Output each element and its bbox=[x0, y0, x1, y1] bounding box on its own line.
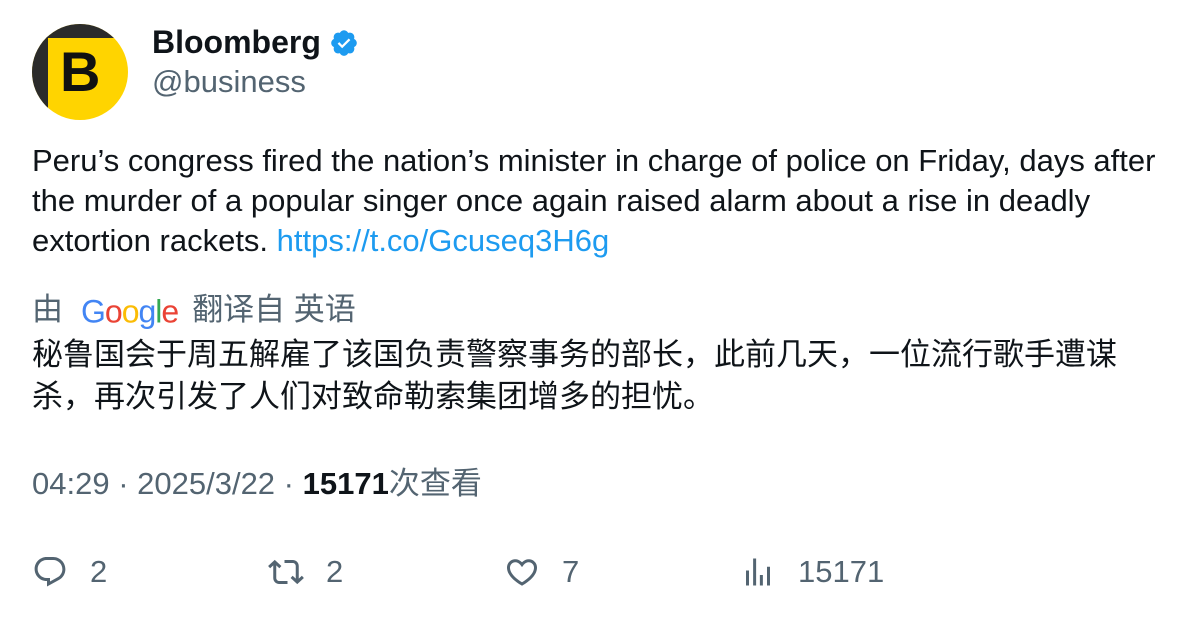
tweet-meta: 04:29 · 2025/3/22 · 15171次查看 bbox=[32, 464, 482, 504]
view-count-label: 次查看 bbox=[388, 466, 482, 501]
translated-from-label: 翻译自 英语 bbox=[192, 291, 356, 327]
google-logo-letter: o bbox=[121, 293, 140, 330]
verified-badge-icon bbox=[331, 30, 357, 56]
views-count: 15171 bbox=[798, 554, 885, 589]
analytics-icon bbox=[746, 558, 770, 586]
reply-icon bbox=[34, 557, 66, 587]
translate-by-label: 由 bbox=[32, 291, 63, 327]
author-handle[interactable]: @business bbox=[152, 62, 306, 102]
translated-text: 秘鲁国会于周五解雇了该国负责警察事务的部长，此前几天，一位流行歌手遭谋杀，再次引… bbox=[32, 337, 1117, 414]
avatar-shade bbox=[32, 24, 48, 120]
reply-button[interactable]: 2 bbox=[32, 552, 107, 592]
translation-attribution: 由 Google 翻译自 英语 bbox=[32, 288, 356, 329]
avatar-letter: B bbox=[60, 40, 101, 103]
like-count: 7 bbox=[562, 554, 580, 589]
tweet-time[interactable]: 04:29 bbox=[32, 466, 110, 501]
avatar[interactable]: B bbox=[32, 24, 128, 120]
heart-icon bbox=[506, 559, 538, 586]
google-logo-letter: G bbox=[81, 293, 106, 330]
meta-separator: · bbox=[275, 466, 303, 501]
retweet-button[interactable]: 2 bbox=[268, 552, 343, 592]
reply-count: 2 bbox=[90, 554, 108, 589]
google-logo: Google bbox=[81, 289, 179, 332]
tweet-date[interactable]: 2025/3/22 bbox=[137, 466, 275, 501]
retweet-count: 2 bbox=[326, 554, 344, 589]
retweet-icon bbox=[268, 559, 304, 585]
avatar-shade-top bbox=[32, 24, 128, 38]
google-logo-letter: e bbox=[161, 293, 179, 330]
like-button[interactable]: 7 bbox=[504, 552, 579, 592]
views-button[interactable]: 15171 bbox=[740, 552, 884, 592]
google-logo-letter: g bbox=[138, 293, 156, 330]
tweet-text: Peru’s congress fired the nation’s minis… bbox=[32, 141, 1172, 261]
tweet-link[interactable]: https://t.co/Gcuseq3H6g bbox=[277, 223, 610, 258]
author-name[interactable]: Bloomberg bbox=[152, 22, 321, 62]
google-logo-letter: o bbox=[104, 293, 123, 330]
meta-separator: · bbox=[109, 466, 138, 501]
view-count: 15171 bbox=[302, 466, 389, 501]
